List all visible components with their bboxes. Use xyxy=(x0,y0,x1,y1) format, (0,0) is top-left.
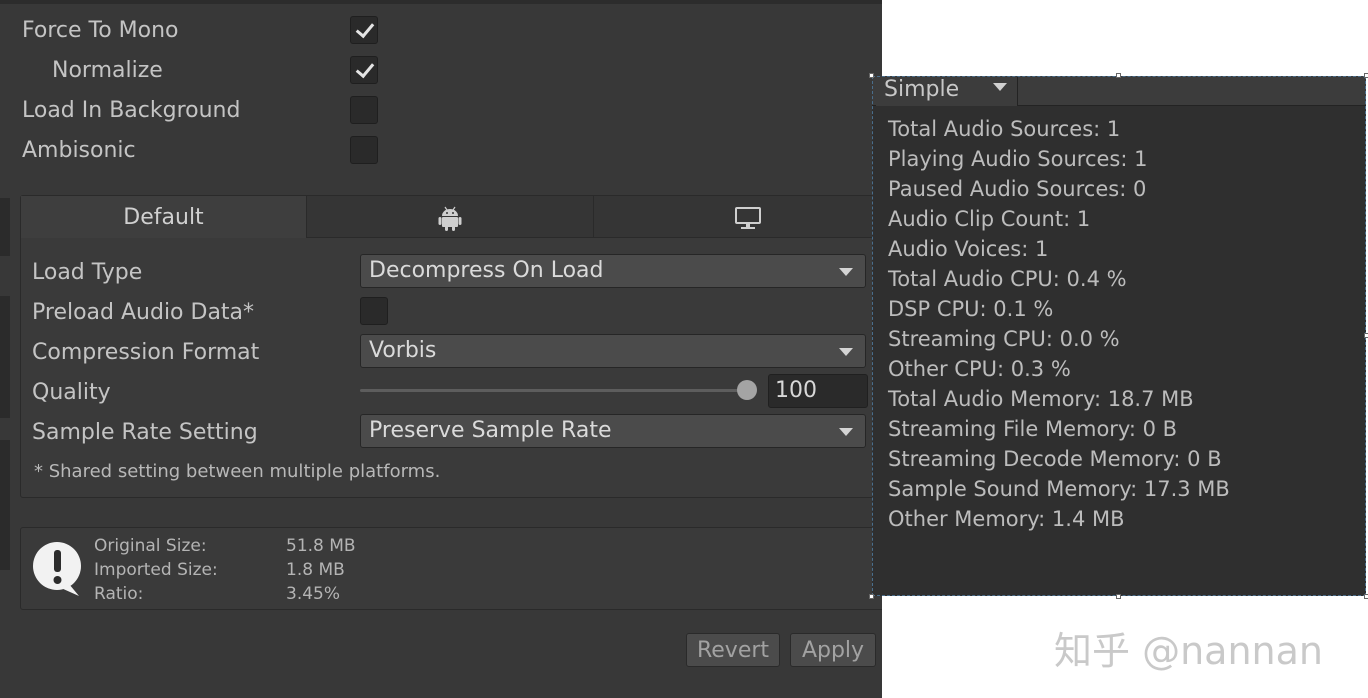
resize-handle[interactable] xyxy=(1116,73,1121,78)
load-type-label: Load Type xyxy=(32,260,143,285)
tab-standalone[interactable] xyxy=(594,196,882,238)
resize-handle[interactable] xyxy=(1116,594,1121,599)
apply-button-label: Apply xyxy=(801,638,865,663)
info-icon xyxy=(31,540,85,602)
apply-button[interactable]: Apply xyxy=(790,633,876,667)
chevron-down-icon xyxy=(839,348,853,356)
force-to-mono-checkbox[interactable] xyxy=(350,16,378,44)
compression-format-dropdown[interactable]: Vorbis xyxy=(360,334,866,368)
audio-profiler-panel: Simple Total Audio Sources: 1 Playing Au… xyxy=(869,73,1368,599)
left-edge-strip xyxy=(0,296,10,418)
chevron-down-icon xyxy=(839,268,853,276)
selection-border xyxy=(872,76,1366,596)
resize-handle[interactable] xyxy=(869,73,874,78)
tab-default[interactable]: Default xyxy=(21,196,307,238)
left-edge-strip xyxy=(0,440,10,570)
normalize-label: Normalize xyxy=(52,58,163,83)
preload-audio-data-label: Preload Audio Data* xyxy=(32,300,255,325)
original-size-label: Original Size: xyxy=(94,536,207,556)
resize-handle[interactable] xyxy=(1364,73,1368,78)
sample-rate-setting-dropdown[interactable]: Preserve Sample Rate xyxy=(360,414,866,448)
quality-label: Quality xyxy=(32,380,111,405)
quality-slider-track[interactable] xyxy=(360,389,750,392)
resize-handle[interactable] xyxy=(869,594,874,599)
revert-button[interactable]: Revert xyxy=(686,633,780,667)
ambisonic-checkbox[interactable] xyxy=(350,136,378,164)
quality-value: 100 xyxy=(775,378,817,403)
top-divider xyxy=(0,0,882,4)
sample-rate-setting-label: Sample Rate Setting xyxy=(32,420,258,445)
android-icon xyxy=(437,205,463,235)
compression-format-label: Compression Format xyxy=(32,340,260,365)
imported-size-label: Imported Size: xyxy=(94,560,218,580)
chevron-down-icon xyxy=(839,428,853,436)
watermark: 知乎 @nannan xyxy=(1054,629,1323,673)
imported-size-value: 1.8 MB xyxy=(286,560,345,580)
revert-button-label: Revert xyxy=(696,638,770,663)
load-type-value: Decompress On Load xyxy=(369,258,604,283)
load-in-background-checkbox[interactable] xyxy=(350,96,378,124)
shared-setting-note: * Shared setting between multiple platfo… xyxy=(34,461,441,482)
preload-audio-data-checkbox[interactable] xyxy=(360,297,388,325)
monitor-icon xyxy=(734,205,762,235)
left-edge-strip xyxy=(0,198,10,256)
load-in-background-label: Load In Background xyxy=(22,98,241,123)
tab-android[interactable] xyxy=(307,196,594,238)
original-size-value: 51.8 MB xyxy=(286,536,356,556)
normalize-checkbox[interactable] xyxy=(350,56,378,84)
force-to-mono-label: Force To Mono xyxy=(22,18,179,43)
quality-input[interactable]: 100 xyxy=(768,374,868,408)
ratio-value: 3.45% xyxy=(286,584,341,604)
sample-rate-setting-value: Preserve Sample Rate xyxy=(369,418,612,443)
tab-default-label: Default xyxy=(123,205,204,230)
quality-slider-thumb[interactable] xyxy=(737,380,757,400)
resize-handle[interactable] xyxy=(1364,594,1368,599)
load-type-dropdown[interactable]: Decompress On Load xyxy=(360,254,866,288)
resize-handle[interactable] xyxy=(1364,333,1368,338)
audio-import-inspector: Force To Mono Normalize Load In Backgrou… xyxy=(0,0,882,698)
ambisonic-label: Ambisonic xyxy=(22,138,136,163)
ratio-label: Ratio: xyxy=(94,584,144,604)
compression-format-value: Vorbis xyxy=(369,338,437,363)
